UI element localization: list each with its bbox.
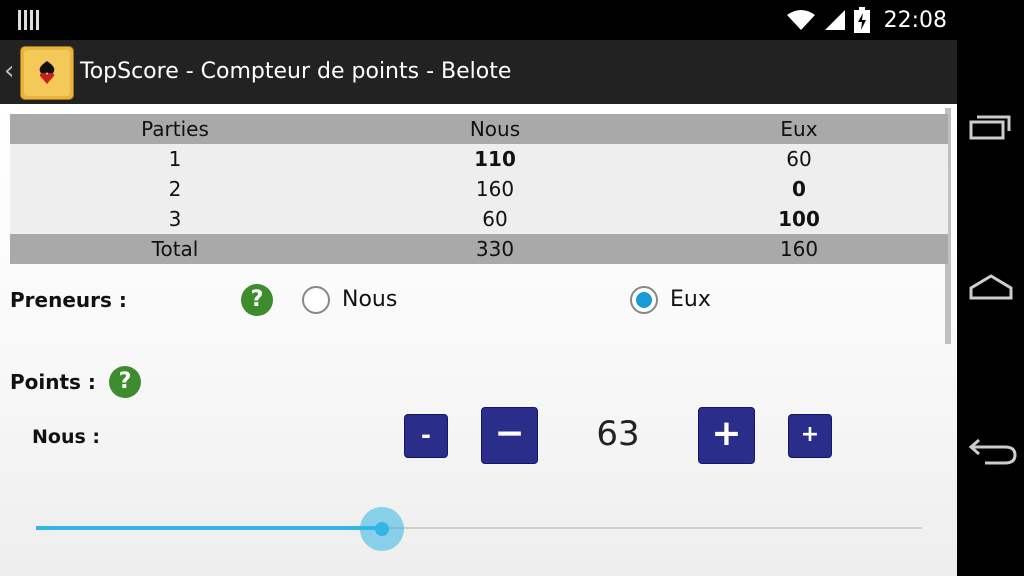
preneurs-help-icon[interactable]: ? xyxy=(241,284,273,316)
radio-nous-label[interactable]: Nous xyxy=(342,287,397,312)
back-icon[interactable] xyxy=(957,418,1024,478)
score-table: Parties Nous Eux 1 110 60 2 160 0 3 60 1… xyxy=(10,114,948,264)
radio-eux-label[interactable]: Eux xyxy=(670,287,711,312)
navigation-bar xyxy=(957,0,1024,576)
plus-small-button[interactable]: + xyxy=(788,414,832,458)
notification-icon xyxy=(18,10,39,30)
table-total-row: Total 330 160 xyxy=(10,234,948,264)
app-logo[interactable] xyxy=(20,46,74,100)
minus-large-button[interactable]: − xyxy=(481,407,538,464)
points-label: Points : xyxy=(10,370,96,394)
radio-eux[interactable] xyxy=(630,286,658,314)
status-time: 22:08 xyxy=(883,7,947,33)
points-help-icon[interactable]: ? xyxy=(109,366,141,398)
cell-partie: 2 xyxy=(168,177,182,201)
cell-nous: 110 xyxy=(474,147,516,171)
action-bar: ‹ TopScore - Compteur de points - Belote xyxy=(0,40,957,104)
table-row[interactable]: 1 110 60 xyxy=(10,144,948,174)
table-header: Parties Nous Eux xyxy=(10,114,948,144)
total-nous: 330 xyxy=(475,237,515,261)
radio-nous[interactable] xyxy=(302,286,330,314)
table-row[interactable]: 2 160 0 xyxy=(10,174,948,204)
total-label: Total xyxy=(151,237,199,261)
content-area: Parties Nous Eux 1 110 60 2 160 0 3 60 1… xyxy=(0,104,957,576)
cell-eux: 0 xyxy=(792,177,806,201)
signal-icon xyxy=(824,10,845,30)
total-eux: 160 xyxy=(779,237,819,261)
app-title: TopScore - Compteur de points - Belote xyxy=(80,59,512,84)
slider-fill xyxy=(36,526,382,530)
preneurs-label: Preneurs : xyxy=(10,288,127,312)
slider-thumb[interactable] xyxy=(374,522,389,536)
header-nous: Nous xyxy=(469,117,521,141)
cell-partie: 1 xyxy=(168,147,182,171)
battery-icon xyxy=(853,7,870,33)
cell-nous: 60 xyxy=(482,207,508,231)
table-row[interactable]: 3 60 100 xyxy=(10,204,948,234)
up-chevron-icon[interactable]: ‹ xyxy=(4,58,14,84)
wifi-icon xyxy=(786,10,815,30)
recent-apps-icon[interactable] xyxy=(957,98,1024,158)
header-parties: Parties xyxy=(141,117,209,141)
cell-partie: 3 xyxy=(168,207,182,231)
plus-large-button[interactable]: + xyxy=(698,407,755,464)
points-value: 63 xyxy=(596,414,640,454)
minus-small-button[interactable]: - xyxy=(404,414,448,458)
home-icon[interactable] xyxy=(957,258,1024,318)
header-eux: Eux xyxy=(780,117,818,141)
team-label: Nous : xyxy=(32,426,101,448)
status-bar: 22:08 xyxy=(0,0,957,40)
cell-nous: 160 xyxy=(475,177,515,201)
cell-eux: 100 xyxy=(778,207,820,231)
cell-eux: 60 xyxy=(786,147,812,171)
